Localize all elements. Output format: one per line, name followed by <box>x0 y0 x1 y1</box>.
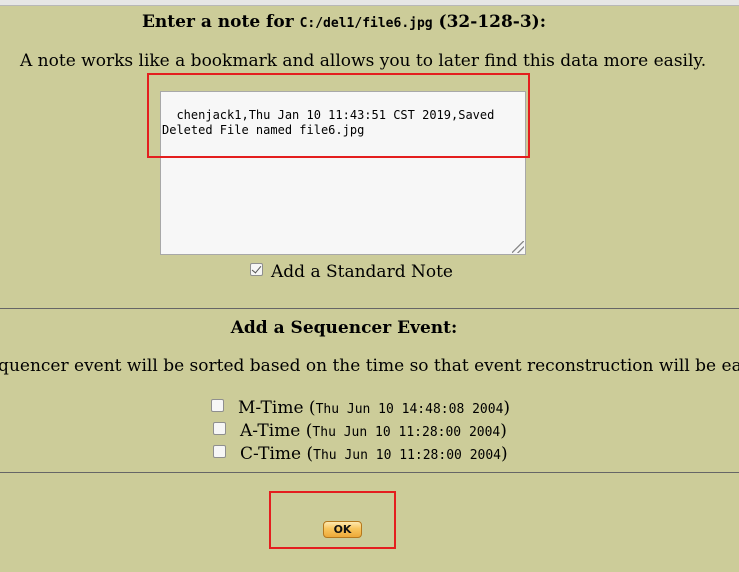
atime-close-paren: ) <box>500 421 507 441</box>
ctime-checkbox[interactable] <box>213 445 226 458</box>
note-title-suffix: (32-128-3): <box>432 12 547 32</box>
section-divider-bottom <box>0 472 739 473</box>
standard-note-checkbox[interactable] <box>250 263 263 276</box>
atime-label: A-Time <box>240 421 301 441</box>
atime-open-paren: ( <box>300 421 313 441</box>
mtime-timestamp: Thu Jun 10 14:48:08 2004 <box>315 402 504 417</box>
ctime-open-paren: ( <box>301 444 314 464</box>
section-divider <box>0 308 739 309</box>
atime-checkbox[interactable] <box>213 422 226 435</box>
atime-timestamp: Thu Jun 10 11:28:00 2004 <box>312 425 501 440</box>
mtime-checkbox[interactable] <box>211 399 224 412</box>
resize-grip-icon[interactable] <box>512 241 524 253</box>
mtime-row: M-Time (Thu Jun 10 14:48:08 2004) <box>238 398 510 418</box>
note-textarea[interactable]: chenjack1,Thu Jan 10 11:43:51 CST 2019,S… <box>160 91 526 255</box>
note-title-prefix: Enter a note for <box>141 12 300 32</box>
atime-row: A-Time (Thu Jun 10 11:28:00 2004) <box>240 421 507 441</box>
sequencer-description: equencer event will be sorted based on t… <box>0 356 739 376</box>
ctime-timestamp: Thu Jun 10 11:28:00 2004 <box>313 448 501 463</box>
mtime-close-paren: ) <box>503 398 511 418</box>
note-title: Enter a note for C:/del1/file6.jpg (32-1… <box>0 12 688 32</box>
ctime-close-paren: ) <box>501 444 508 464</box>
sequencer-title: Add a Sequencer Event: <box>230 318 458 338</box>
standard-note-label: Add a Standard Note <box>271 262 453 282</box>
mtime-open-paren: ( <box>303 398 316 418</box>
note-description: A note works like a bookmark and allows … <box>20 51 707 71</box>
ok-button[interactable]: OK <box>323 521 362 538</box>
ctime-row: C-Time (Thu Jun 10 11:28:00 2004) <box>240 444 508 464</box>
top-edge-bar <box>0 0 739 6</box>
ctime-label: C-Time <box>240 444 302 464</box>
note-file-path: C:/del1/file6.jpg <box>299 16 433 31</box>
mtime-label: M-Time <box>238 398 304 418</box>
note-textarea-value: chenjack1,Thu Jan 10 11:43:51 CST 2019,S… <box>162 108 502 137</box>
ok-highlight-box <box>269 491 396 549</box>
